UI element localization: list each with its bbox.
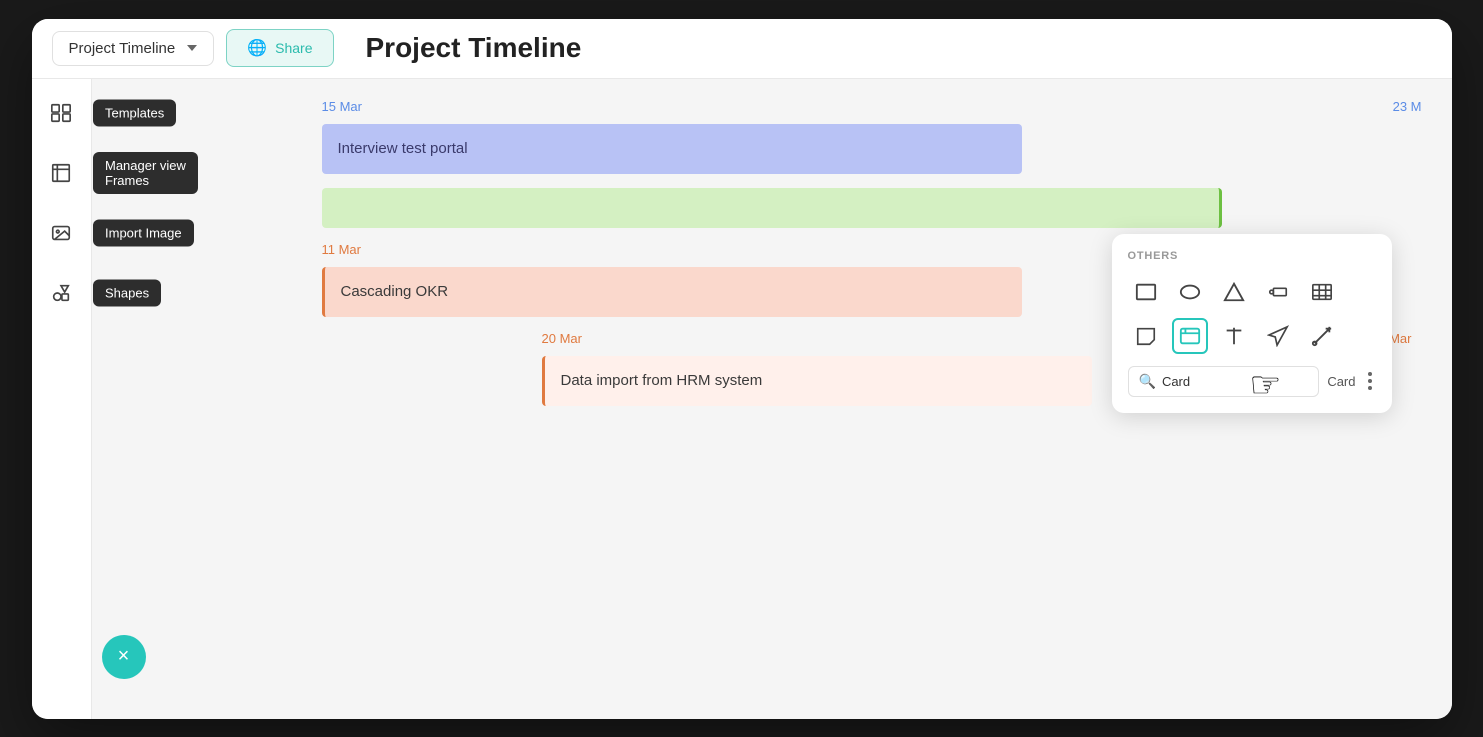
shape-text[interactable] xyxy=(1216,318,1252,354)
date-end-1: 23 M xyxy=(872,99,1422,114)
shape-rectangle[interactable] xyxy=(1128,274,1164,310)
search-row: 🔍 Card xyxy=(1128,366,1376,397)
search-input-wrapper: 🔍 xyxy=(1128,366,1320,397)
shape-ellipse[interactable] xyxy=(1172,274,1208,310)
doc-selector[interactable]: Project Timeline xyxy=(52,31,215,66)
shape-connector[interactable] xyxy=(1304,318,1340,354)
globe-icon: 🌐 xyxy=(247,38,267,58)
card-badge: Card xyxy=(1327,374,1355,389)
bar-interview[interactable]: Interview test portal xyxy=(322,124,1022,174)
shape-arrow[interactable] xyxy=(1260,318,1296,354)
canvas-area: 15 Mar 23 M Interview test portal 11 Mar xyxy=(92,79,1452,719)
more-button[interactable] xyxy=(1364,368,1376,394)
app-container: Project Timeline 🌐 Share Project Timelin… xyxy=(32,19,1452,719)
main-area: Templates Manager view Frames xyxy=(32,79,1452,719)
date-start-3: 20 Mar xyxy=(542,331,582,346)
bar-interview-label: Interview test portal xyxy=(338,140,468,157)
shape-table[interactable] xyxy=(1304,274,1340,310)
bar-hrm-label: Data import from HRM system xyxy=(561,372,763,389)
bar-container-1: Interview test portal xyxy=(122,124,1422,174)
date-row-1: 15 Mar 23 M xyxy=(122,99,1422,114)
sidebar-item-import-image[interactable]: Import Image xyxy=(43,215,79,251)
shape-search-input[interactable] xyxy=(1162,374,1308,389)
doc-selector-label: Project Timeline xyxy=(69,40,176,57)
more-dot-2 xyxy=(1368,379,1372,383)
search-icon: 🔍 xyxy=(1139,373,1156,390)
date-start-1: 15 Mar xyxy=(322,99,872,114)
share-label: Share xyxy=(275,40,312,56)
close-icon: × xyxy=(118,646,130,666)
sidebar-item-templates[interactable]: Templates xyxy=(43,95,79,131)
shape-picker-section-title: OTHERS xyxy=(1128,250,1376,262)
bar-container-green xyxy=(122,188,1422,228)
bar-hrm[interactable]: Data import from HRM system xyxy=(542,356,1092,406)
sidebar-item-shapes[interactable]: Shapes xyxy=(43,275,79,311)
header: Project Timeline 🌐 Share Project Timelin… xyxy=(32,19,1452,79)
left-sidebar: Templates Manager view Frames xyxy=(32,79,92,719)
shapes-grid xyxy=(1128,274,1376,354)
bar-okr-label: Cascading OKR xyxy=(341,283,449,300)
chevron-down-icon xyxy=(187,45,197,51)
bar-okr[interactable]: Cascading OKR xyxy=(322,267,1022,317)
shape-label[interactable] xyxy=(1260,274,1296,310)
share-button[interactable]: 🌐 Share xyxy=(226,29,333,67)
sidebar-item-frames[interactable]: Manager view Frames xyxy=(43,155,79,191)
more-dot-3 xyxy=(1368,386,1372,390)
shape-card[interactable] xyxy=(1172,318,1208,354)
shape-picker-popup: OTHERS xyxy=(1112,234,1392,413)
shape-note[interactable] xyxy=(1128,318,1164,354)
shape-triangle[interactable] xyxy=(1216,274,1252,310)
page-title: Project Timeline xyxy=(366,32,582,64)
close-button[interactable]: × xyxy=(102,635,146,679)
date-start-2: 11 Mar xyxy=(322,242,362,257)
more-dot-1 xyxy=(1368,372,1372,376)
bar-green[interactable] xyxy=(322,188,1222,228)
